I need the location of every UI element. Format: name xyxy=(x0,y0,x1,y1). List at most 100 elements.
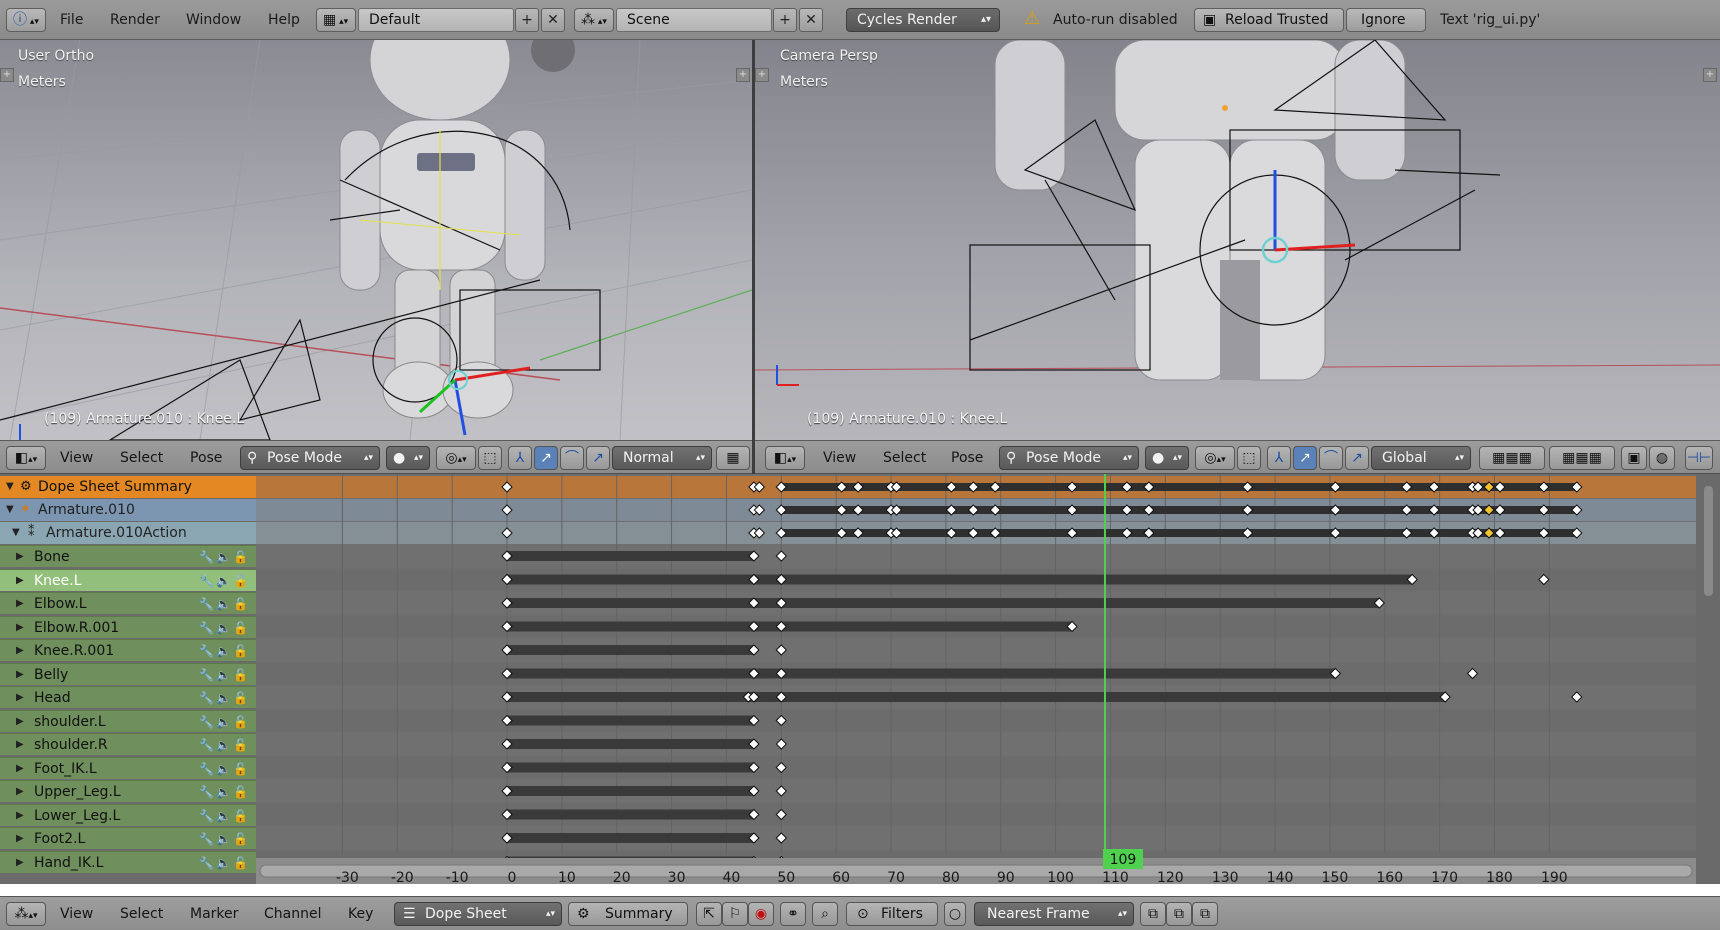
wrench-icon[interactable]: 🔧 xyxy=(199,856,216,870)
pivot-point-select[interactable]: ◎▴▾ xyxy=(1195,446,1235,470)
lock-icon[interactable]: 🔓 xyxy=(233,644,250,658)
snap-toggle[interactable]: ⊣⊢ xyxy=(1685,446,1713,470)
expand-triangle-icon[interactable]: ▶ xyxy=(16,852,24,874)
lock-icon[interactable]: 🔓 xyxy=(233,762,250,776)
channel-group-row[interactable]: ▶ shoulder.R 🔧🔈🔓 xyxy=(0,733,256,755)
channel-group-row[interactable]: ▶ Knee.R.001 🔧🔈🔓 xyxy=(0,639,256,661)
menu-key[interactable]: Key xyxy=(348,903,373,925)
expand-triangle-icon[interactable]: ▶ xyxy=(16,758,24,780)
expand-triangle-icon[interactable]: ▶ xyxy=(16,687,24,709)
menu-pose[interactable]: Pose xyxy=(951,447,983,469)
interaction-mode-select[interactable]: ⚲ Pose Mode ▴▾ xyxy=(240,446,380,470)
channel-group-row[interactable]: ▶ Head 🔧🔈🔓 xyxy=(0,686,256,708)
only-selected-toggle[interactable]: ⇱ xyxy=(696,902,722,926)
mute-icon[interactable]: 🔈 xyxy=(216,691,233,705)
autosnap-mode-select[interactable]: Nearest Frame ▴▾ xyxy=(974,902,1134,926)
rotate-manipulator-toggle[interactable]: ⌒ xyxy=(1319,446,1343,470)
remove-layout-button[interactable]: ✕ xyxy=(541,8,565,32)
keyframe-canvas[interactable]: -30 -20 -10 0 10 20 30 40 50 60 70 80 90 100 110 120 130… xyxy=(256,474,1696,884)
expand-triangle-icon[interactable]: ▶ xyxy=(16,570,24,592)
remove-scene-button[interactable]: ✕ xyxy=(799,8,823,32)
mute-icon[interactable]: 🔈 xyxy=(216,644,233,658)
mute-icon[interactable]: 🔈 xyxy=(216,597,233,611)
expand-triangle-icon[interactable]: ▶ xyxy=(16,593,24,615)
menu-pose[interactable]: Pose xyxy=(190,447,222,469)
channel-group-row[interactable]: ▶ Bone 🔧🔈🔓 xyxy=(0,545,256,567)
filter-by-type-toggle[interactable]: ⚭ xyxy=(780,902,806,926)
wrench-icon[interactable]: 🔧 xyxy=(199,550,216,564)
copy-keyframes-button[interactable]: ⧉ xyxy=(1140,902,1166,926)
expand-triangle-icon[interactable]: ▶ xyxy=(16,781,24,803)
collapse-triangle-icon[interactable]: ▼ xyxy=(6,476,14,498)
channel-group-row[interactable]: ▶ Foot2.L 🔧🔈🔓 xyxy=(0,827,256,849)
lock-icon[interactable]: 🔓 xyxy=(233,785,250,799)
lock-icon[interactable]: 🔓 xyxy=(233,574,250,588)
mute-icon[interactable]: 🔈 xyxy=(216,550,233,564)
menu-select[interactable]: Select xyxy=(120,903,163,925)
add-layout-button[interactable]: + xyxy=(515,8,539,32)
paste-flipped-button[interactable]: ⧉ xyxy=(1192,902,1218,926)
paste-keyframes-button[interactable]: ⧉ xyxy=(1166,902,1192,926)
expand-triangle-icon[interactable]: ▶ xyxy=(16,828,24,850)
lock-icon[interactable]: 🔓 xyxy=(233,738,250,752)
wrench-icon[interactable]: 🔧 xyxy=(199,785,216,799)
search-toggle[interactable]: ⌕ xyxy=(812,902,838,926)
layers-button[interactable]: ▦ xyxy=(716,446,750,470)
translate-manipulator-toggle[interactable]: ↗ xyxy=(1293,446,1317,470)
editor-type-button[interactable]: ◧▴▾ xyxy=(765,446,805,470)
editor-type-button[interactable]: ⓘ ▴▾ xyxy=(6,8,46,32)
manipulator-toggle[interactable]: ⅄ xyxy=(1267,446,1291,470)
menu-view[interactable]: View xyxy=(60,903,93,925)
wrench-icon[interactable]: 🔧 xyxy=(199,715,216,729)
channel-group-row[interactable]: ▶ Elbow.L 🔧🔈🔓 xyxy=(0,592,256,614)
pivot-point-select[interactable]: ◎▴▾ xyxy=(436,446,476,470)
mute-icon[interactable]: 🔈 xyxy=(216,785,233,799)
translate-manipulator-toggle[interactable]: ↗ xyxy=(534,446,558,470)
ignore-button[interactable]: Ignore xyxy=(1346,8,1426,32)
filters-button[interactable]: ⊙ Filters xyxy=(846,902,938,926)
wrench-icon[interactable]: 🔧 xyxy=(199,644,216,658)
autosnap-toggle[interactable]: ○ xyxy=(944,902,966,926)
3d-viewport-right[interactable]: Camera Persp Meters (109) Armature.010 :… xyxy=(755,40,1720,440)
menu-view[interactable]: View xyxy=(823,447,856,469)
horizontal-scrollbar[interactable] xyxy=(259,864,1693,878)
transform-orientation-select[interactable]: Global ▴▾ xyxy=(1371,446,1471,470)
only-errors-toggle[interactable]: ◉ xyxy=(748,902,774,926)
menu-file[interactable]: File xyxy=(60,9,83,32)
channel-group-row[interactable]: ▶ Hand_IK.L 🔧🔈🔓 xyxy=(0,850,256,874)
scene-layers-grid[interactable]: ▦▦▦ xyxy=(1479,446,1545,470)
menu-render[interactable]: Render xyxy=(110,9,160,32)
scale-manipulator-toggle[interactable]: ↗ xyxy=(586,446,610,470)
menu-select[interactable]: Select xyxy=(883,447,926,469)
lock-icon[interactable]: 🔓 xyxy=(233,832,250,846)
channel-group-row[interactable]: ▶ Lower_Leg.L 🔧🔈🔓 xyxy=(0,803,256,827)
editor-type-button[interactable]: ⁂▴▾ xyxy=(6,902,46,926)
3d-viewport-left[interactable]: User Ortho Meters (109) Armature.010 : K… xyxy=(0,40,752,440)
dope-sheet-summary-row[interactable]: ▼ ⚙ Dope Sheet Summary xyxy=(0,476,256,498)
lock-icon[interactable]: 🔓 xyxy=(233,668,250,682)
vertical-scrollbar[interactable] xyxy=(1696,474,1720,884)
expand-triangle-icon[interactable]: ▶ xyxy=(16,805,24,827)
menu-help[interactable]: Help xyxy=(268,9,300,32)
menu-channel[interactable]: Channel xyxy=(264,903,321,925)
channel-group-row[interactable]: ▶ Foot_IK.L 🔧🔈🔓 xyxy=(0,756,256,780)
channel-group-row[interactable]: ▶ shoulder.L 🔧🔈🔓 xyxy=(0,709,256,732)
summary-toggle[interactable]: ⚙ Summary xyxy=(568,902,688,926)
menu-window[interactable]: Window xyxy=(186,9,241,32)
render-preview-toggle[interactable]: ◍ xyxy=(1649,446,1675,470)
mute-icon[interactable]: 🔈 xyxy=(216,832,233,846)
keyframe-area[interactable]: -30 -20 -10 0 10 20 30 40 50 60 70 80 90 100 110 120 130… xyxy=(256,474,1696,884)
lock-icon[interactable]: 🔓 xyxy=(233,856,250,870)
mute-icon[interactable]: 🔈 xyxy=(216,762,233,776)
lock-camera-toggle[interactable]: ▣ xyxy=(1621,446,1647,470)
scale-manipulator-toggle[interactable]: ↗ xyxy=(1345,446,1369,470)
lock-icon[interactable]: 🔓 xyxy=(233,597,250,611)
wrench-icon[interactable]: 🔧 xyxy=(199,691,216,705)
wrench-icon[interactable]: 🔧 xyxy=(199,809,216,823)
collapse-triangle-icon[interactable]: ▼ xyxy=(6,499,14,521)
wrench-icon[interactable]: 🔧 xyxy=(199,597,216,611)
action-row[interactable]: ▼ ⁑ Armature.010Action xyxy=(0,522,256,544)
wrench-icon[interactable]: 🔧 xyxy=(199,832,216,846)
interaction-mode-select[interactable]: ⚲ Pose Mode ▴▾ xyxy=(999,446,1139,470)
wrench-icon[interactable]: 🔧 xyxy=(199,738,216,752)
